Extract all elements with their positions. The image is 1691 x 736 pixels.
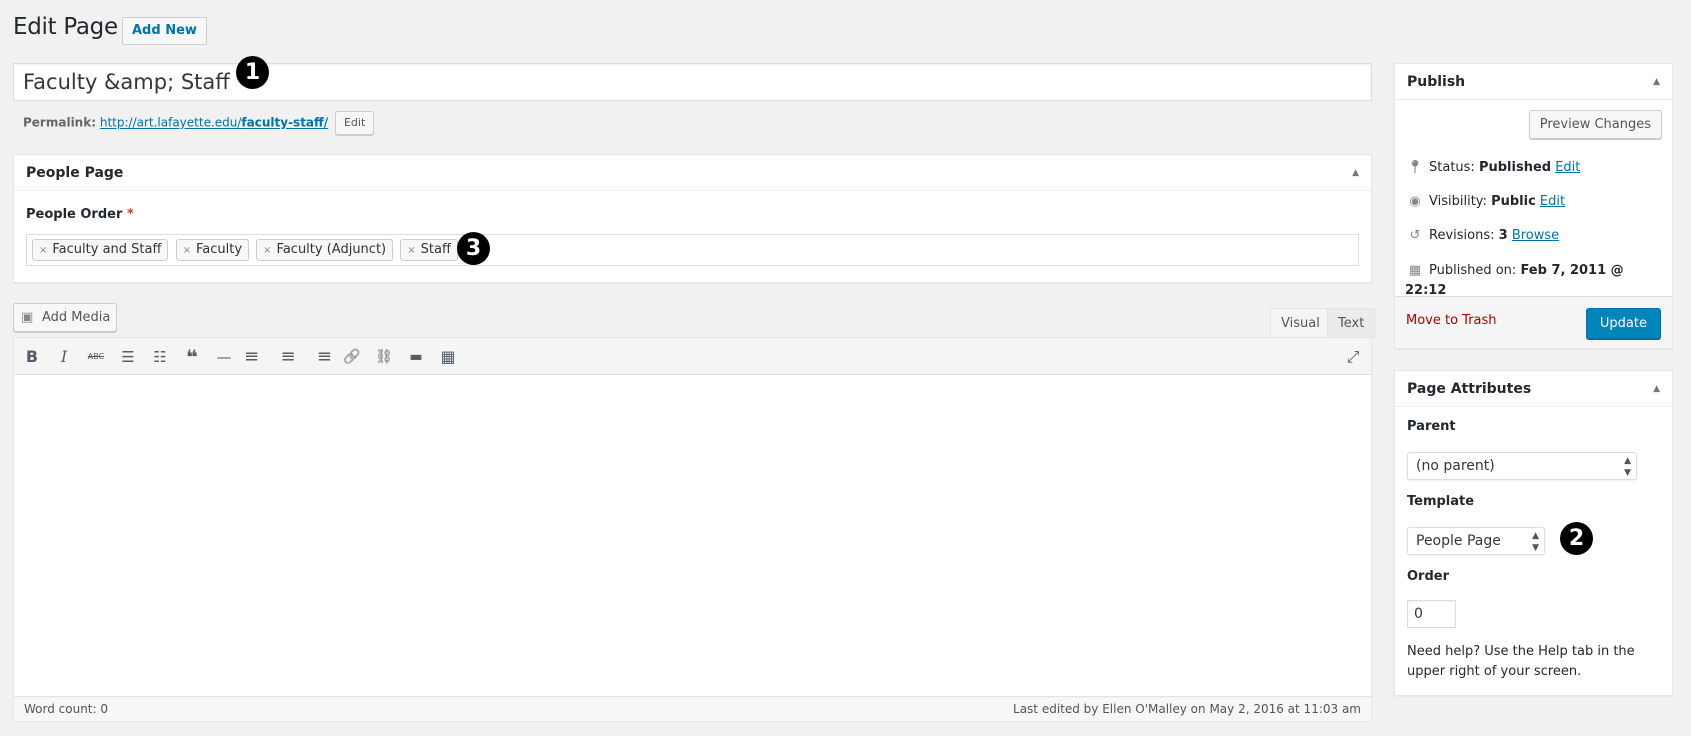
publish-title: Publish xyxy=(1407,74,1466,90)
publish-body: Preview Changes 📍︎ Status: Published Edit… xyxy=(1395,100,1672,318)
people-order-label: People Order * xyxy=(26,207,134,222)
permalink-base: http://art.lafayette.edu/ xyxy=(99,115,242,130)
collapse-arrow-icon[interactable]: ▲ xyxy=(1653,371,1660,407)
collapse-arrow-icon[interactable]: ▲ xyxy=(1352,155,1359,191)
order-input[interactable]: 0 xyxy=(1407,600,1456,628)
content-editor: B I ABC ☰ ☷ ❝ — ≡ ≡ ≡ 🔗 ⛓ ▬ ▦ ⤢ Word cou… xyxy=(13,337,1372,722)
publish-box: Publish ▲ Preview Changes 📍︎ Status: Publ… xyxy=(1394,63,1673,349)
add-new-button[interactable]: Add New xyxy=(122,17,207,45)
media-icon: ▣ xyxy=(21,310,34,325)
fullscreen-icon[interactable]: ⤢ xyxy=(1341,345,1365,369)
template-label: Template xyxy=(1407,494,1475,509)
editor-toolbar: B I ABC ☰ ☷ ❝ — ≡ ≡ ≡ 🔗 ⛓ ▬ ▦ ⤢ xyxy=(14,338,1371,375)
page-attributes-header[interactable]: Page Attributes ▲ xyxy=(1395,371,1672,407)
add-media-button[interactable]: ▣ Add Media xyxy=(13,303,117,332)
horizontal-line-icon[interactable]: — xyxy=(212,345,236,369)
eye-icon: ◉ xyxy=(1409,194,1421,209)
permalink-edit-button[interactable]: Edit xyxy=(334,111,375,135)
revisions-value: 3 xyxy=(1498,228,1508,243)
people-page-header[interactable]: People Page ▲ xyxy=(14,155,1371,191)
status-value: Published xyxy=(1478,160,1552,175)
update-button[interactable]: Update xyxy=(1585,308,1661,339)
tag-label: Faculty (Adjunct) xyxy=(276,242,387,257)
parent-select-value: (no parent) xyxy=(1416,458,1495,474)
remove-link-icon[interactable]: ⛓ xyxy=(372,345,396,369)
help-text: Need help? Use the Help tab in the upper… xyxy=(1407,644,1635,679)
annotation-badge-2: 2 xyxy=(1560,522,1593,555)
move-to-trash-link[interactable]: Move to Trash xyxy=(1406,313,1497,328)
tag-chip: × Faculty and Staff xyxy=(32,239,169,261)
tab-visual[interactable]: Visual xyxy=(1270,308,1331,339)
page-attributes-title: Page Attributes xyxy=(1407,381,1532,397)
select-arrows-icon: ▲ ▼ xyxy=(1624,456,1631,478)
browse-revisions-link[interactable]: Browse xyxy=(1512,228,1559,243)
people-page-box: People Page ▲ People Order * × Faculty an… xyxy=(13,154,1372,283)
tab-text[interactable]: Text xyxy=(1327,308,1376,338)
remove-tag-icon[interactable]: × xyxy=(183,245,191,256)
visibility-row: ◉ Visibility: Public Edit xyxy=(1405,193,1565,211)
tag-label: Faculty and Staff xyxy=(52,242,162,257)
align-left-icon[interactable]: ≡ xyxy=(244,345,268,369)
read-more-icon[interactable]: ▬ xyxy=(404,345,428,369)
revisions-label: Revisions: xyxy=(1429,228,1495,243)
status-row: 📍︎ Status: Published Edit xyxy=(1405,159,1581,177)
permalink-row: Permalink: http://art.lafayette.edu/facu… xyxy=(23,111,375,135)
people-order-label-text: People Order xyxy=(26,207,123,222)
page-title: Edit Page xyxy=(13,14,118,40)
remove-tag-icon[interactable]: × xyxy=(407,245,415,256)
annotation-badge-1: 1 xyxy=(236,56,269,89)
annotation-badge-3: 3 xyxy=(457,232,490,265)
people-order-input[interactable]: × Faculty and Staff × Faculty × Faculty (Ad… xyxy=(26,234,1359,266)
tag-chip: × Faculty (Adjunct) xyxy=(256,239,394,261)
word-count: Word count: 0 xyxy=(24,702,109,716)
status-edit-link[interactable]: Edit xyxy=(1555,160,1580,175)
page-attributes-box: Page Attributes ▲ Parent (no parent) ▲ ▼ … xyxy=(1394,370,1673,696)
insert-link-icon[interactable]: 🔗 xyxy=(340,345,364,369)
permalink-link[interactable]: http://art.lafayette.edu/faculty-staff/ xyxy=(100,116,328,130)
publish-actions: Move to Trash Update xyxy=(1395,296,1672,348)
post-title-input[interactable]: Faculty &amp; Staff xyxy=(13,63,1372,101)
toolbar-toggle-icon[interactable]: ▦ xyxy=(436,345,460,369)
people-page-title: People Page xyxy=(26,165,124,181)
pin-icon: 📍︎ xyxy=(1406,160,1424,175)
permalink-slug: faculty-staff/ xyxy=(241,115,329,130)
italic-icon[interactable]: I xyxy=(52,345,76,369)
align-right-icon[interactable]: ≡ xyxy=(308,345,332,369)
tag-chip: × Faculty xyxy=(175,239,250,261)
bold-icon[interactable]: B xyxy=(20,345,44,369)
history-icon: ↺ xyxy=(1409,228,1421,243)
permalink-label: Permalink: xyxy=(23,115,97,130)
editor-statusbar: Word count: 0 Last edited by Ellen O'Mal… xyxy=(14,696,1371,721)
template-select-value: People Page xyxy=(1416,533,1501,549)
add-media-label: Add Media xyxy=(42,310,111,325)
required-mark: * xyxy=(126,207,134,222)
parent-label: Parent xyxy=(1407,419,1456,434)
tag-label: Staff xyxy=(420,242,451,257)
remove-tag-icon[interactable]: × xyxy=(263,245,271,256)
remove-tag-icon[interactable]: × xyxy=(39,245,47,256)
bulleted-list-icon[interactable]: ☰ xyxy=(116,345,140,369)
blockquote-icon[interactable]: ❝ xyxy=(180,345,204,369)
status-label: Status: xyxy=(1429,160,1475,175)
template-select[interactable]: People Page ▲ ▼ xyxy=(1407,527,1545,555)
editor-body[interactable] xyxy=(14,375,1371,697)
last-edited: Last edited by Ellen O'Malley on May 2, … xyxy=(1013,702,1361,716)
tag-label: Faculty xyxy=(195,242,243,257)
select-arrows-icon: ▲ ▼ xyxy=(1532,531,1539,553)
visibility-value: Public xyxy=(1491,194,1536,209)
publish-header[interactable]: Publish ▲ xyxy=(1395,64,1672,100)
parent-select[interactable]: (no parent) ▲ ▼ xyxy=(1407,452,1637,480)
calendar-icon: ▦ xyxy=(1408,263,1422,278)
visibility-edit-link[interactable]: Edit xyxy=(1540,194,1565,209)
numbered-list-icon[interactable]: ☷ xyxy=(148,345,172,369)
published-on-label: Published on: xyxy=(1429,263,1517,278)
preview-changes-button[interactable]: Preview Changes xyxy=(1528,110,1662,139)
collapse-arrow-icon[interactable]: ▲ xyxy=(1653,64,1660,100)
revisions-row: ↺ Revisions: 3 Browse xyxy=(1405,227,1560,245)
strikethrough-icon[interactable]: ABC xyxy=(84,345,108,369)
visibility-label: Visibility: xyxy=(1429,194,1487,209)
order-label: Order xyxy=(1407,569,1449,584)
tag-chip: × Staff xyxy=(400,239,458,261)
align-center-icon[interactable]: ≡ xyxy=(276,345,300,369)
